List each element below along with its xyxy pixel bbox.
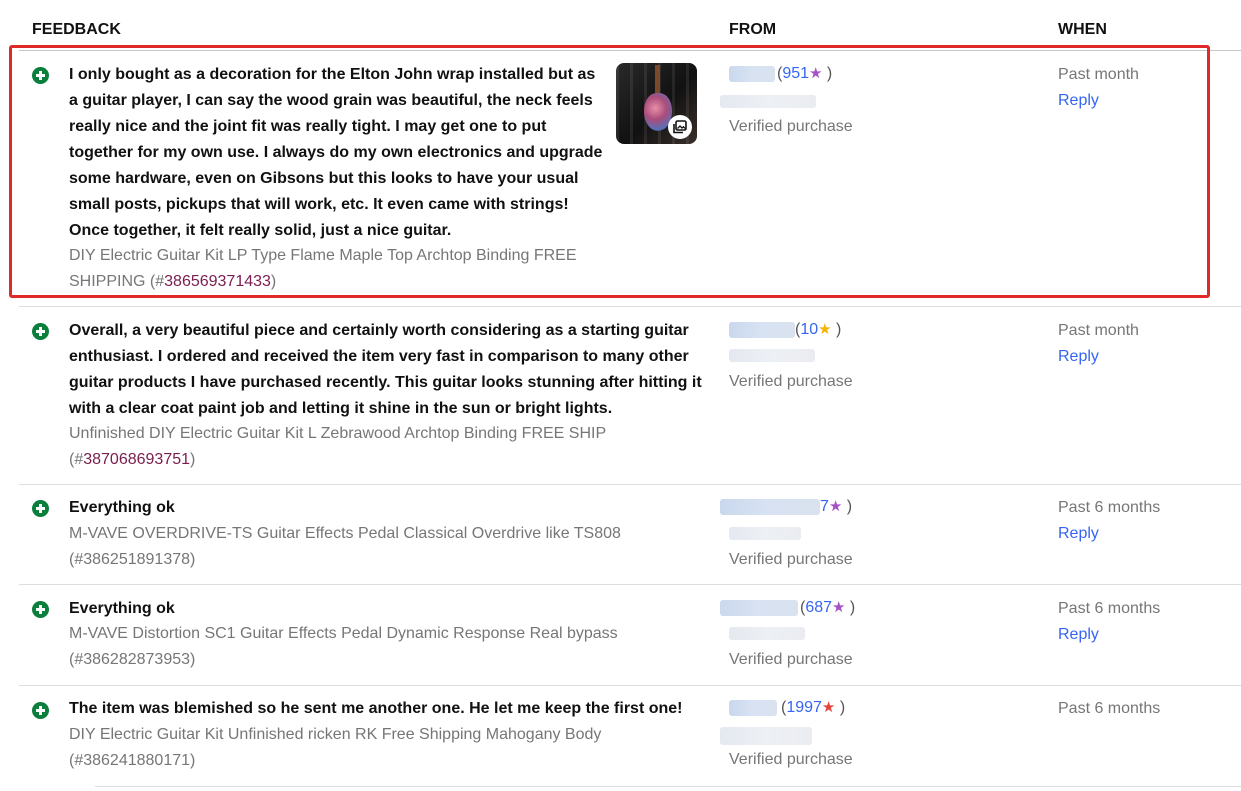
reply-link[interactable]: Reply [1058, 624, 1099, 646]
from-column-header: FROM [729, 21, 777, 38]
star-icon: ★ [832, 599, 846, 616]
feedback-time: Past 6 months [1058, 700, 1161, 717]
row-divider [19, 584, 1241, 585]
feedback-score[interactable]: (10★ ) [795, 319, 841, 341]
feedback-comment: Everything ok [69, 499, 175, 516]
feedback-comment: Overall, a very beautiful piece and cert… [69, 322, 702, 417]
item-number-link[interactable]: 387068693751 [83, 451, 190, 468]
feedback-time: Past 6 months [1058, 600, 1161, 617]
verified-purchase-label: Verified purchase [729, 651, 853, 668]
when-column-header: WHEN [1058, 21, 1107, 38]
star-icon: ★ [828, 498, 843, 515]
highlight-box [9, 45, 1210, 298]
feedback-score[interactable]: (687★ ) [800, 597, 855, 619]
item-title: DIY Electric Guitar Kit Unfinished ricke… [69, 726, 602, 769]
feedback-score[interactable]: 7★ ) [820, 496, 852, 518]
blurred-member-info [729, 349, 815, 362]
row-divider [19, 484, 1241, 485]
row-divider [19, 685, 1241, 686]
feedback-column-header: FEEDBACK [32, 21, 121, 38]
plus-circle-icon [32, 702, 49, 719]
star-icon: ★ [821, 699, 836, 716]
feedback-comment: Everything ok [69, 600, 175, 617]
item-title: Unfinished DIY Electric Guitar Kit L Zeb… [69, 425, 607, 468]
reply-link[interactable]: Reply [1058, 346, 1099, 368]
feedback-time: Past 6 months [1058, 499, 1161, 516]
blurred-member-info [729, 627, 805, 640]
plus-circle-icon [32, 601, 49, 618]
blurred-username [720, 600, 798, 616]
feedback-score[interactable]: (1997★ ) [781, 697, 845, 719]
blurred-member-info [720, 727, 812, 745]
blurred-username [729, 700, 777, 716]
verified-purchase-label: Verified purchase [729, 373, 853, 390]
blurred-username [729, 322, 795, 338]
row-divider [95, 786, 1241, 787]
reply-link[interactable]: Reply [1058, 523, 1099, 545]
blurred-member-info [729, 527, 801, 540]
feedback-time: Past month [1058, 322, 1139, 339]
plus-circle-icon [32, 500, 49, 517]
plus-circle-icon [32, 323, 49, 340]
verified-purchase-label: Verified purchase [729, 751, 853, 768]
verified-purchase-label: Verified purchase [729, 551, 853, 568]
row-divider [19, 306, 1241, 307]
item-title: M-VAVE OVERDRIVE-TS Guitar Effects Pedal… [69, 525, 621, 568]
item-title: M-VAVE Distortion SC1 Guitar Effects Ped… [69, 625, 618, 668]
star-icon: ★ [818, 321, 832, 338]
feedback-comment: The item was blemished so he sent me ano… [69, 700, 683, 717]
blurred-username [720, 499, 820, 515]
